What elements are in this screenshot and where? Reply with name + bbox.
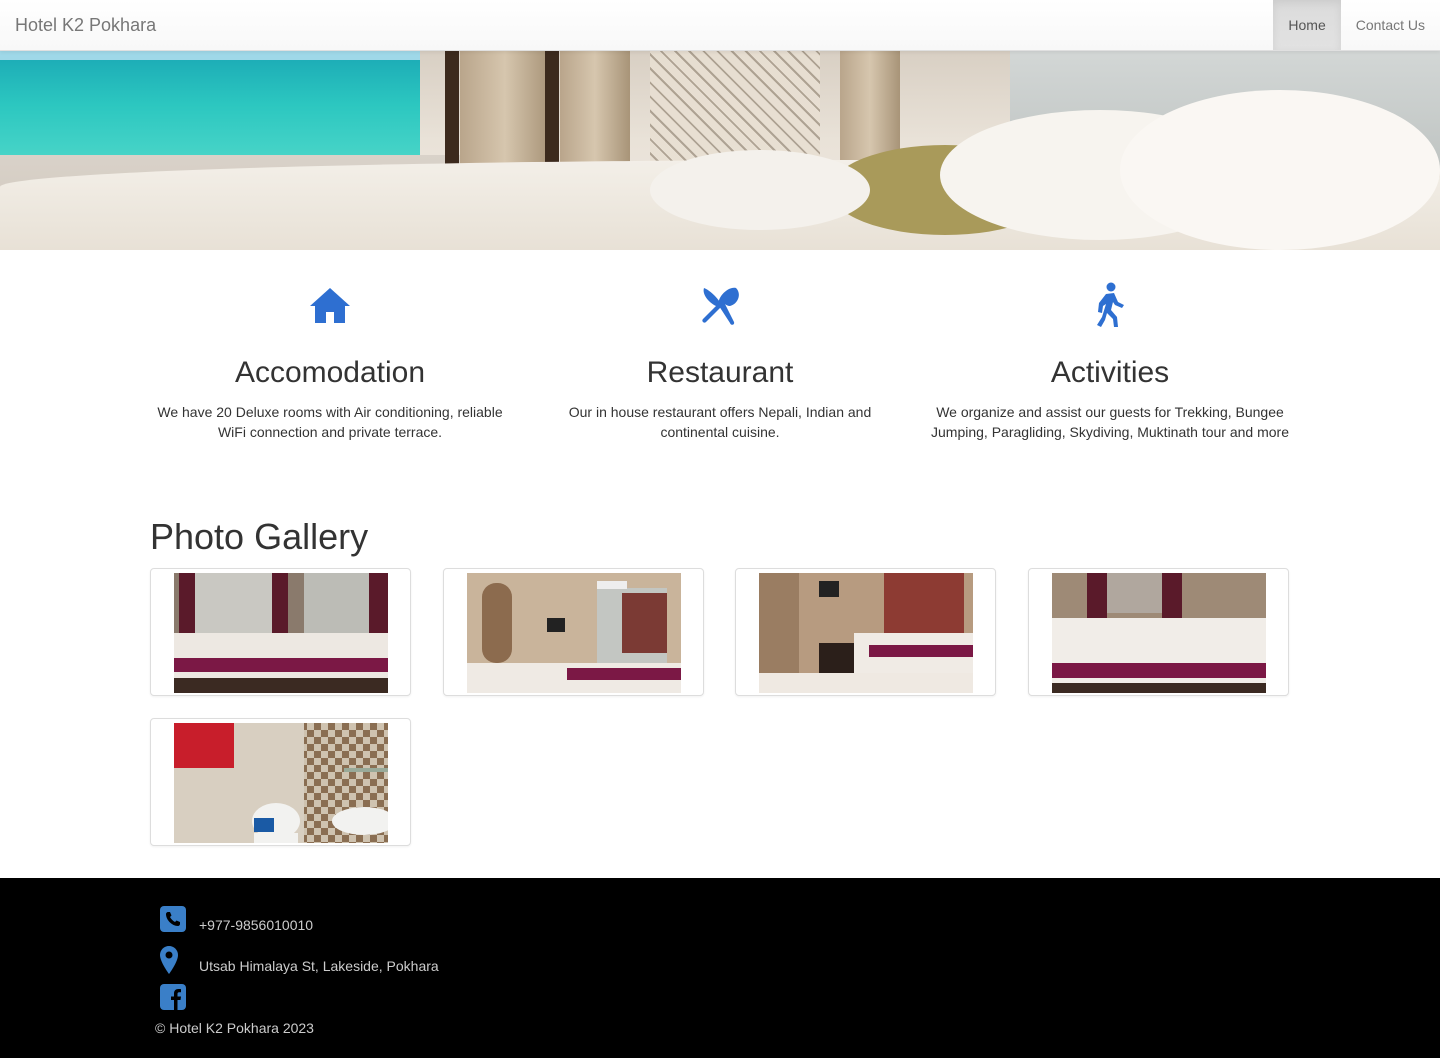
nav-contact-link[interactable]: Contact Us — [1341, 0, 1440, 50]
footer: +977-9856010010 Utsab Himalaya St, Lakes… — [0, 878, 1440, 1058]
bedroom-photo — [174, 573, 388, 693]
bedroom-photo — [759, 573, 973, 693]
map-marker-icon — [160, 946, 186, 979]
walking-icon — [930, 282, 1290, 328]
feature-title: Restaurant — [646, 356, 794, 389]
navbar: Hotel K2 Pokhara Home Contact Us — [0, 0, 1440, 51]
gallery-title: Photo Gallery — [150, 516, 369, 557]
facebook-icon[interactable] — [160, 984, 186, 1015]
feature-title: Accomodation — [234, 356, 426, 389]
bathroom-photo — [174, 723, 388, 843]
feature-accommodation: Accomodation We have 20 Deluxe rooms wit… — [150, 282, 510, 442]
footer-address: Utsab Himalaya St, Lakeside, Pokhara — [160, 946, 439, 979]
feature-title: Activities — [1050, 356, 1170, 389]
feature-text: Our in house restaurant offers Nepali, I… — [568, 404, 872, 440]
feature-restaurant: Restaurant Our in house restaurant offer… — [540, 282, 900, 442]
brand-link[interactable]: Hotel K2 Pokhara — [15, 15, 156, 35]
copyright-text: © Hotel K2 Pokhara 2023 — [155, 1020, 314, 1036]
feature-activities: Activities We organize and assist our gu… — [930, 282, 1290, 442]
feature-text: We have 20 Deluxe rooms with Air conditi… — [157, 404, 503, 440]
home-icon — [150, 282, 510, 328]
gallery-thumbnail[interactable] — [443, 568, 704, 696]
bedroom-photo — [1052, 573, 1266, 693]
hero-banner-image — [0, 50, 1440, 250]
nav-links: Home Contact Us — [1273, 0, 1440, 50]
address-text: Utsab Himalaya St, Lakeside, Pokhara — [199, 957, 439, 974]
gallery-thumbnail[interactable] — [735, 568, 996, 696]
footer-facebook — [160, 984, 186, 1015]
gallery-thumbnail[interactable] — [150, 718, 411, 846]
bedroom-photo — [467, 573, 681, 693]
feature-text: We organize and assist our guests for Tr… — [931, 404, 1289, 440]
phone-number[interactable]: +977-9856010010 — [199, 917, 313, 933]
nav-home-link[interactable]: Home — [1273, 0, 1341, 50]
footer-phone: +977-9856010010 — [160, 906, 313, 937]
gallery-thumbnail[interactable] — [150, 568, 411, 696]
utensils-icon — [540, 282, 900, 328]
gallery-thumbnail[interactable] — [1028, 568, 1289, 696]
phone-icon — [160, 906, 186, 937]
